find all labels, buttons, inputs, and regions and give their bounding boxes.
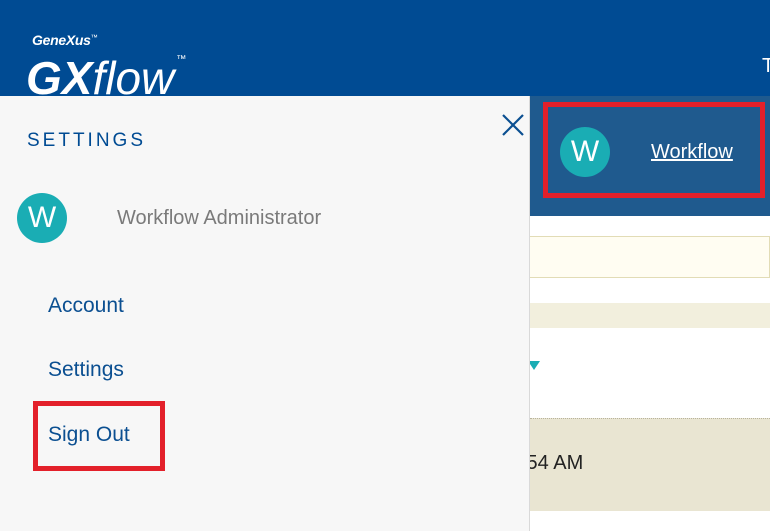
- profile-name: Workflow Administrator: [117, 207, 322, 229]
- close-icon[interactable]: [500, 112, 526, 138]
- background-input-field[interactable]: [530, 236, 770, 278]
- genexus-logo-text: GeneXus™: [32, 32, 98, 48]
- close-icon-svg: [502, 114, 524, 136]
- settings-panel-title: SETTINGS: [27, 130, 147, 151]
- row-time: :54 AM: [521, 452, 584, 474]
- account-link[interactable]: Account: [48, 294, 124, 318]
- gxflow-logo: GXflow ™: [26, 52, 187, 96]
- settings-link[interactable]: Settings: [48, 358, 124, 382]
- background-band: [530, 303, 770, 328]
- user-menu-highlight: [543, 102, 765, 198]
- sign-out-highlight: [33, 401, 165, 471]
- header-truncated-text: T: [762, 55, 770, 77]
- app-header: GeneXus™ GXflow ™ T: [0, 0, 770, 96]
- profile-avatar: W: [17, 193, 67, 243]
